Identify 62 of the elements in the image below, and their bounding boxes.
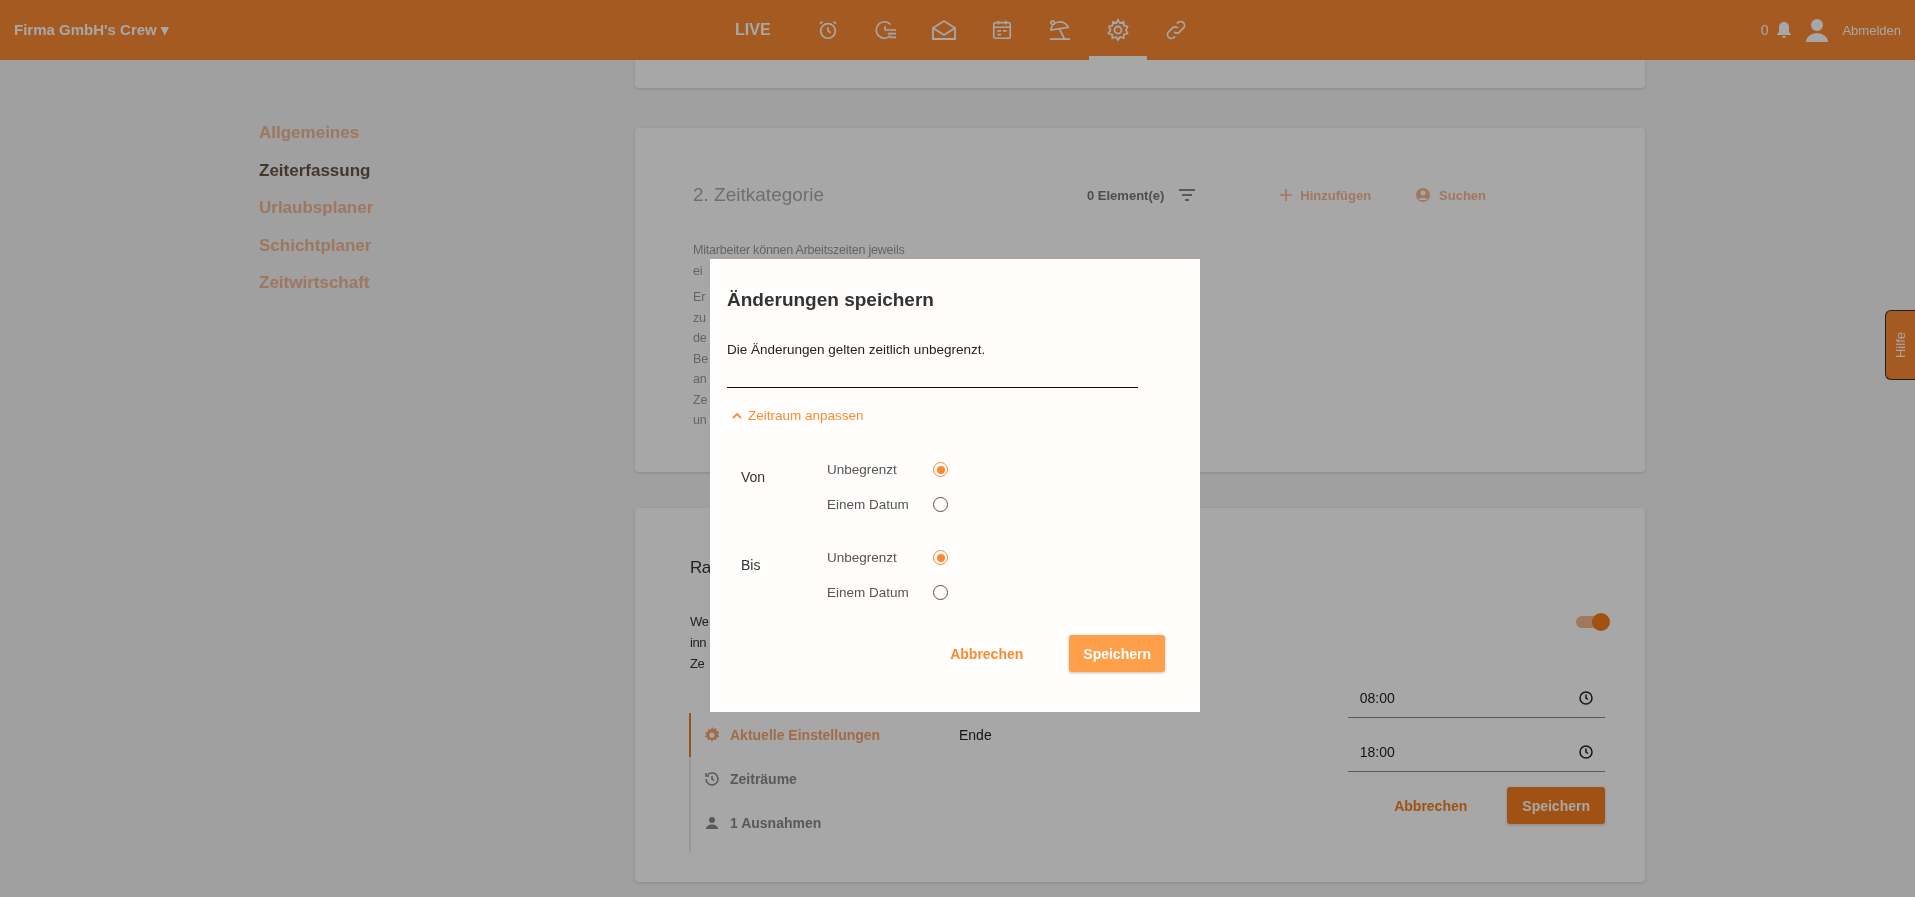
- option-label: Unbegrenzt: [827, 462, 898, 477]
- description-text: Mitarbeiter können Arbeitszeiten jeweils: [693, 242, 905, 259]
- envelope-icon: [930, 19, 957, 41]
- person-icon: [703, 814, 721, 832]
- bell-icon[interactable]: [1776, 21, 1793, 39]
- description-text: We: [690, 613, 709, 631]
- description-text: inn: [690, 634, 707, 652]
- end-label: Ende: [959, 727, 992, 743]
- live-link[interactable]: LIVE: [735, 21, 771, 39]
- field-label: Von: [740, 468, 767, 487]
- side-tab[interactable]: Zeiträume: [689, 757, 959, 801]
- gear-icon: [703, 726, 721, 744]
- settings-nav-item[interactable]: Allgemeines: [259, 123, 376, 161]
- side-tab[interactable]: 1 Ausnahmen: [689, 801, 959, 845]
- toggle-switch[interactable]: [1576, 616, 1608, 628]
- option-label: Einem Datum: [827, 497, 910, 512]
- description-text: de: [693, 330, 707, 347]
- history-icon: [703, 770, 721, 788]
- search-button[interactable]: Suchen: [1415, 187, 1487, 203]
- clock-icon: [1579, 691, 1593, 705]
- filter-icon[interactable]: [1178, 188, 1197, 202]
- option-label: Einem Datum: [827, 585, 910, 600]
- plus-icon: [1280, 189, 1293, 201]
- chevron-icon: [732, 412, 742, 419]
- element-count: 0 Element(e): [1087, 187, 1165, 203]
- description-text: zu: [693, 309, 706, 327]
- description-text: Er: [693, 289, 706, 306]
- company-menu[interactable]: Firma GmbH's Crew ▾: [14, 21, 434, 39]
- dialog-title: Änderungen speichern: [727, 289, 935, 311]
- description-text: an: [693, 371, 707, 388]
- settings-icon: [1105, 18, 1130, 42]
- settings-nav-item[interactable]: Zeitwirtschaft: [259, 273, 376, 311]
- time-field[interactable]: 08:00: [1347, 679, 1605, 718]
- description-text: Ze: [693, 391, 708, 409]
- avatar-icon[interactable]: [1806, 18, 1829, 42]
- save-button[interactable]: Speichern: [1507, 787, 1605, 824]
- cancel-button[interactable]: Abbrechen: [1394, 797, 1468, 814]
- card-title: 2. Zeitkategorie: [693, 184, 825, 206]
- cancel-button[interactable]: Abbrechen: [942, 635, 1032, 672]
- save-button[interactable]: Speichern: [1069, 635, 1165, 672]
- time-field[interactable]: 18:00: [1347, 733, 1605, 772]
- timer-icon: [873, 19, 898, 41]
- search-icon: [1415, 187, 1432, 203]
- dialog-message: Die Änderungen gelten zeitlich unbegrenzt.: [727, 342, 987, 357]
- description-text: un: [693, 412, 707, 429]
- expander-toggle[interactable]: Zeitraum anpassen: [727, 408, 864, 423]
- settings-nav-item[interactable]: Urlaubsplaner: [259, 198, 376, 236]
- help-tab[interactable]: Hilfe: [1885, 310, 1915, 380]
- notification-count: 0: [1760, 22, 1769, 38]
- add-button[interactable]: Hinzufügen: [1280, 187, 1372, 203]
- settings-nav-item[interactable]: Zeiterfassung: [259, 160, 376, 198]
- logout-link[interactable]: Abmelden: [1842, 22, 1901, 38]
- calendar-icon: [990, 19, 1013, 41]
- option-label: Unbegrenzt: [827, 550, 898, 565]
- clock-icon: [1579, 745, 1593, 759]
- description-text: Be: [693, 350, 708, 368]
- settings-nav-item[interactable]: Schichtplaner: [259, 235, 376, 273]
- link-icon: [1164, 19, 1187, 41]
- field-label: Bis: [740, 556, 762, 575]
- description-text: ei: [693, 262, 703, 280]
- description-text: Ze: [690, 655, 705, 673]
- card-title: Ra: [690, 558, 711, 577]
